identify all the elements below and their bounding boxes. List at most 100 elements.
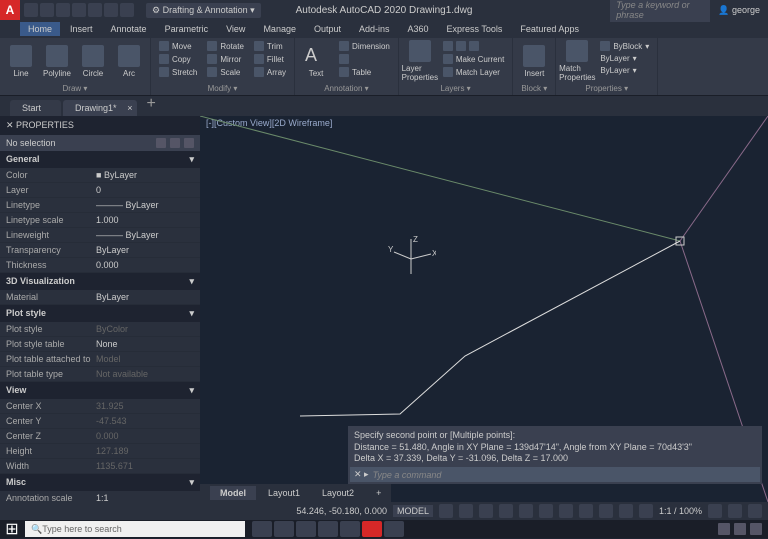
- tab-express-tools[interactable]: Express Tools: [439, 22, 511, 36]
- prop-value-linetype[interactable]: ——— ByLayer: [96, 200, 194, 210]
- obs-icon[interactable]: [340, 521, 360, 537]
- user-account[interactable]: 👤 george: [718, 5, 760, 16]
- new-tab-button[interactable]: +: [139, 92, 164, 116]
- polar-toggle[interactable]: [499, 504, 513, 518]
- tab-home[interactable]: Home: [20, 22, 60, 36]
- command-window[interactable]: Specify second point or [Multiple points…: [348, 426, 762, 484]
- ortho-toggle[interactable]: [479, 504, 493, 518]
- prop-value-transparency[interactable]: ByLayer: [96, 245, 194, 255]
- tab-addins[interactable]: Add-ins: [351, 22, 398, 36]
- tray-chevron-icon[interactable]: [718, 523, 730, 535]
- selection-cycling-toggle[interactable]: [599, 504, 613, 518]
- layer-properties-button[interactable]: Layer Properties: [403, 40, 437, 82]
- drawing-tab[interactable]: Drawing1*×: [63, 100, 137, 116]
- selection-dropdown[interactable]: No selection: [0, 135, 200, 151]
- trim-button[interactable]: Trim: [250, 40, 290, 52]
- copy-button[interactable]: Copy: [155, 53, 201, 65]
- annotation-scale-toggle[interactable]: [639, 504, 653, 518]
- prop-value-lineweight[interactable]: ——— ByLayer: [96, 230, 194, 240]
- lineweight-toggle[interactable]: [559, 504, 573, 518]
- dynamic-ucs-toggle[interactable]: [619, 504, 633, 518]
- prop-value-thickness[interactable]: 0.000: [96, 260, 194, 270]
- layer-state-icons[interactable]: [439, 40, 508, 52]
- circle-button[interactable]: Circle: [76, 40, 110, 82]
- qat-undo-icon[interactable]: [104, 3, 118, 17]
- insert-button[interactable]: Insert: [517, 40, 551, 82]
- qat-print-icon[interactable]: [88, 3, 102, 17]
- tray-volume-icon[interactable]: [750, 523, 762, 535]
- windows-search-input[interactable]: 🔍 Type here to search: [25, 521, 245, 537]
- prop-value-layer[interactable]: 0: [96, 185, 194, 195]
- snap-toggle[interactable]: [459, 504, 473, 518]
- fillet-button[interactable]: Fillet: [250, 53, 290, 65]
- tray-network-icon[interactable]: [734, 523, 746, 535]
- dimension-button[interactable]: Dimension: [335, 40, 394, 52]
- transparency-toggle[interactable]: [579, 504, 593, 518]
- linetype-dropdown[interactable]: ByLayer ▾: [596, 65, 653, 76]
- workspace-switching-icon[interactable]: [708, 504, 722, 518]
- edge-icon[interactable]: [296, 521, 316, 537]
- polyline-button[interactable]: Polyline: [40, 40, 74, 82]
- section-misc[interactable]: Misc▾: [0, 474, 200, 491]
- color-dropdown[interactable]: ByBlock ▾: [596, 40, 653, 52]
- section-view[interactable]: View▾: [0, 382, 200, 399]
- cortana-icon[interactable]: [252, 521, 272, 537]
- tab-a360[interactable]: A360: [400, 22, 437, 36]
- tab-parametric[interactable]: Parametric: [157, 22, 217, 36]
- tab-manage[interactable]: Manage: [255, 22, 304, 36]
- prop-value-plottable[interactable]: None: [96, 339, 194, 349]
- grid-toggle[interactable]: [439, 504, 453, 518]
- add-layout-button[interactable]: +: [366, 486, 391, 500]
- workspace-switcher[interactable]: ⚙ Drafting & Annotation ▾: [146, 3, 261, 18]
- tab-output[interactable]: Output: [306, 22, 349, 36]
- text-button[interactable]: AText: [299, 40, 333, 82]
- prop-value-material[interactable]: ByLayer: [96, 292, 194, 302]
- start-tab[interactable]: Start: [10, 100, 61, 116]
- rotate-button[interactable]: Rotate: [203, 40, 248, 52]
- leader-button[interactable]: [335, 53, 394, 65]
- qat-new-icon[interactable]: [24, 3, 38, 17]
- model-space-toggle[interactable]: MODEL: [393, 505, 433, 517]
- app-logo[interactable]: A: [0, 0, 20, 20]
- qat-save-icon[interactable]: [56, 3, 70, 17]
- section-general[interactable]: General▾: [0, 151, 200, 168]
- close-icon[interactable]: ×: [127, 103, 132, 113]
- tab-featured-apps[interactable]: Featured Apps: [512, 22, 587, 36]
- scale-readout[interactable]: 1:1 / 100%: [659, 506, 702, 516]
- stretch-button[interactable]: Stretch: [155, 66, 201, 78]
- task-view-icon[interactable]: [274, 521, 294, 537]
- lineweight-dropdown[interactable]: ByLayer ▾: [596, 53, 653, 64]
- quick-select-icon[interactable]: [156, 138, 166, 148]
- otrack-toggle[interactable]: [539, 504, 553, 518]
- line-button[interactable]: Line: [4, 40, 38, 82]
- layout2-tab[interactable]: Layout2: [312, 486, 364, 500]
- prop-value-color[interactable]: ■ ByLayer: [96, 170, 194, 180]
- prop-value-ltscale[interactable]: 1.000: [96, 215, 194, 225]
- help-search-input[interactable]: Type a keyword or phrase: [610, 0, 710, 22]
- qat-open-icon[interactable]: [40, 3, 54, 17]
- command-input[interactable]: ✕ ▸Type a command: [350, 467, 760, 482]
- table-button[interactable]: Table: [335, 66, 394, 78]
- section-plot-style[interactable]: Plot style▾: [0, 305, 200, 322]
- customization-icon[interactable]: [748, 504, 762, 518]
- isolate-objects-icon[interactable]: [728, 504, 742, 518]
- select-objects-icon[interactable]: [170, 138, 180, 148]
- model-tab[interactable]: Model: [210, 486, 256, 500]
- qat-redo-icon[interactable]: [120, 3, 134, 17]
- explorer-icon[interactable]: [318, 521, 338, 537]
- drawing-canvas[interactable]: [-][Custom View][2D Wireframe] X Y Z Spe…: [200, 116, 768, 502]
- chrome-icon[interactable]: [384, 521, 404, 537]
- match-layer-button[interactable]: Match Layer: [439, 66, 508, 78]
- match-properties-button[interactable]: Match Properties: [560, 40, 594, 82]
- autocad-icon[interactable]: [362, 521, 382, 537]
- layout1-tab[interactable]: Layout1: [258, 486, 310, 500]
- arc-button[interactable]: Arc: [112, 40, 146, 82]
- move-button[interactable]: Move: [155, 40, 201, 52]
- section-3d-visualization[interactable]: 3D Visualization▾: [0, 273, 200, 290]
- qat-saveas-icon[interactable]: [72, 3, 86, 17]
- pickadd-icon[interactable]: [184, 138, 194, 148]
- start-button[interactable]: ⊞: [0, 520, 24, 538]
- tab-view[interactable]: View: [218, 22, 253, 36]
- tab-annotate[interactable]: Annotate: [103, 22, 155, 36]
- make-current-button[interactable]: Make Current: [439, 53, 508, 65]
